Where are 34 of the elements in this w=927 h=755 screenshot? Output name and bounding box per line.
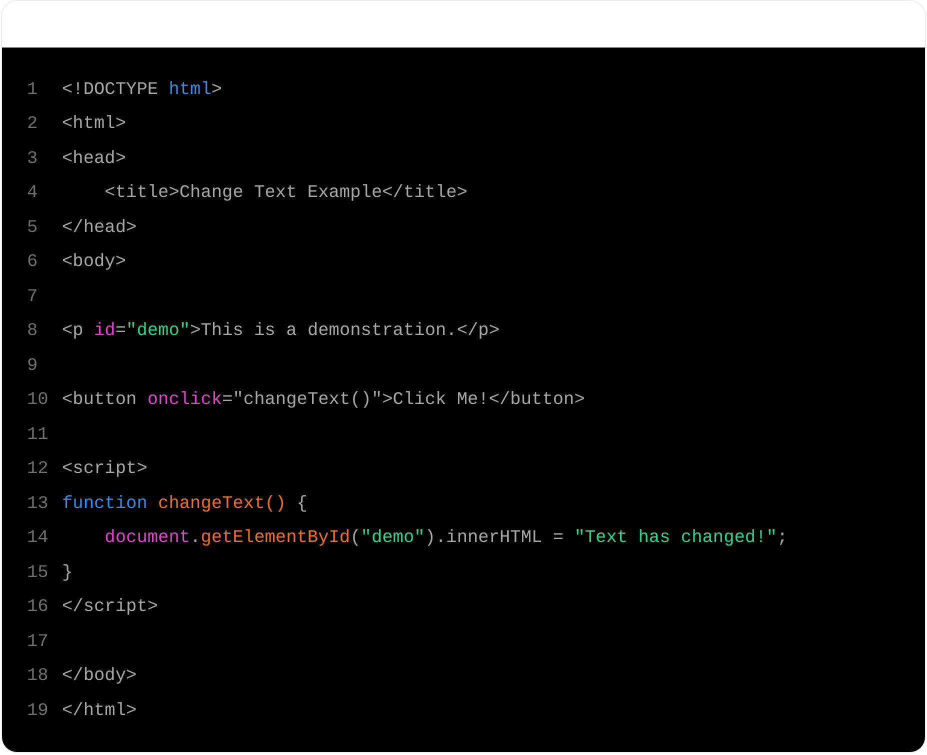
code-line: <title>Change Text Example</title>	[104, 182, 468, 206]
code-line: </script>	[62, 596, 158, 620]
line-number: 12	[26, 458, 50, 482]
code-line: <script>	[62, 458, 148, 482]
line-number: 11	[26, 424, 50, 447]
code-line: </html>	[62, 700, 137, 723]
line-number: 4	[26, 182, 39, 206]
code-line: }	[62, 562, 73, 585]
line-number: 7	[26, 286, 39, 309]
line-number: 5	[26, 216, 39, 240]
code-line: </head>	[62, 216, 137, 240]
line-number: 10	[26, 389, 50, 412]
code-line: <button onclick="changeText()">Click Me!</button>	[62, 389, 585, 412]
line-number: 13	[26, 492, 50, 516]
code-line: function changeText() {	[62, 492, 308, 516]
line-number: 15	[26, 562, 50, 585]
line-number: 16	[26, 596, 50, 620]
code-line: <body>	[62, 251, 126, 274]
line-number: 6	[26, 251, 39, 274]
line-number: 8	[26, 320, 39, 344]
line-number: 19	[26, 700, 50, 723]
code-line: <head>	[62, 148, 126, 171]
code-line: <!DOCTYPE html>	[62, 78, 222, 102]
line-number: 14	[26, 527, 50, 550]
code-line: </body>	[62, 665, 137, 688]
code-line: document.getElementById("demo").innerHTML = "Text has changed!";	[104, 527, 788, 550]
code-line: <html>	[62, 113, 126, 136]
line-number: 17	[26, 630, 50, 654]
line-number: 3	[26, 148, 39, 171]
code-line: <p id="demo">This is a demonstration.</p>	[62, 320, 500, 344]
line-number: 1	[26, 78, 39, 102]
line-number: 2	[26, 113, 39, 136]
line-number: 18	[26, 665, 50, 688]
line-number: 9	[26, 354, 39, 378]
